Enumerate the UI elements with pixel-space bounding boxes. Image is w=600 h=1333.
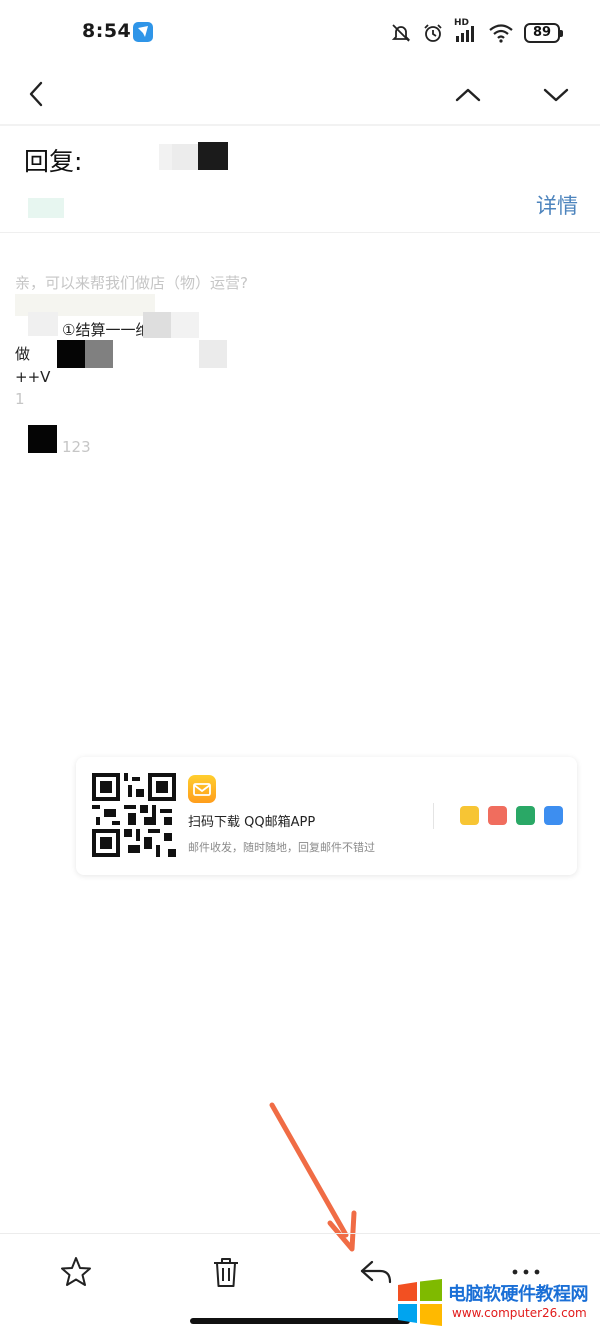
redacted-block bbox=[171, 312, 199, 338]
qq-mail-promo-card[interactable]: 扫码下载 QQ邮箱APP 邮件收发，随时随地，回复邮件不错过 bbox=[76, 757, 577, 875]
next-mail-button[interactable] bbox=[536, 74, 576, 114]
status-icons: HD 89 bbox=[390, 18, 563, 44]
mail-icon bbox=[460, 806, 479, 825]
watermark-title: 电脑软硬件教程网 bbox=[448, 1284, 589, 1305]
trash-icon bbox=[214, 1258, 238, 1287]
details-link[interactable]: 详情 bbox=[536, 190, 578, 220]
reply-icon bbox=[360, 1260, 392, 1284]
note-icon bbox=[516, 806, 535, 825]
site-watermark: 电脑软硬件教程网 www.computer26.com bbox=[396, 1278, 600, 1330]
qr-code-icon bbox=[92, 773, 176, 857]
body-line: ++V bbox=[15, 368, 51, 386]
mute-bell-icon bbox=[391, 24, 411, 42]
nav-bar bbox=[0, 66, 600, 122]
subject-prefix: 回复: bbox=[24, 147, 83, 176]
redacted-block bbox=[28, 425, 57, 453]
chevron-left-icon bbox=[29, 81, 43, 107]
header-divider bbox=[0, 232, 600, 233]
promo-subtitle: 邮件收发，随时随地，回复邮件不错过 bbox=[188, 841, 375, 854]
promo-title: 扫码下载 QQ邮箱APP bbox=[188, 815, 316, 830]
home-indicator[interactable] bbox=[190, 1318, 410, 1324]
body-line: 亲，可以来帮我们做店（物）运营? bbox=[15, 274, 248, 292]
redacted-block bbox=[172, 144, 200, 170]
email-body: 亲，可以来帮我们做店（物）运营? ①结算一一绝不 做 ++V 1 123 bbox=[0, 240, 600, 720]
previous-mail-button[interactable] bbox=[448, 74, 488, 114]
chevron-up-icon bbox=[455, 88, 481, 102]
star-icon bbox=[61, 1257, 91, 1286]
redacted-block bbox=[57, 340, 85, 368]
battery-indicator: 89 bbox=[524, 23, 563, 43]
redacted-block bbox=[28, 312, 58, 336]
qq-mail-logo bbox=[188, 775, 216, 803]
reply-button[interactable] bbox=[356, 1252, 396, 1292]
annotation-arrow bbox=[269, 1102, 357, 1252]
status-bar: 8:54 HD 89 bbox=[0, 0, 600, 66]
body-line: 123 bbox=[62, 438, 91, 456]
nav-divider bbox=[0, 124, 600, 126]
appstore-icon bbox=[544, 806, 563, 825]
sender-avatar bbox=[28, 198, 64, 218]
app-notification-icon bbox=[133, 22, 153, 42]
alarm-icon bbox=[424, 24, 442, 42]
redacted-block bbox=[85, 340, 113, 368]
email-subject: 回复: bbox=[24, 140, 584, 180]
chevron-down-icon bbox=[543, 88, 569, 102]
wifi-icon bbox=[489, 24, 513, 43]
body-line: 做 bbox=[15, 345, 31, 363]
signal-icon: HD bbox=[454, 18, 478, 44]
status-time: 8:54 bbox=[82, 20, 132, 42]
feature-icons bbox=[460, 806, 563, 825]
promo-divider bbox=[433, 803, 434, 829]
redacted-block bbox=[198, 142, 228, 170]
back-button[interactable] bbox=[18, 74, 58, 114]
redacted-block bbox=[199, 340, 227, 368]
watermark-url: www.computer26.com bbox=[452, 1306, 587, 1320]
star-button[interactable] bbox=[56, 1252, 96, 1292]
sender-row[interactable] bbox=[24, 190, 584, 226]
delete-button[interactable] bbox=[206, 1252, 246, 1292]
body-line: 1 bbox=[15, 390, 25, 408]
calendar-icon bbox=[488, 806, 507, 825]
windows-logo-icon bbox=[398, 1279, 442, 1326]
redacted-block bbox=[143, 312, 171, 338]
